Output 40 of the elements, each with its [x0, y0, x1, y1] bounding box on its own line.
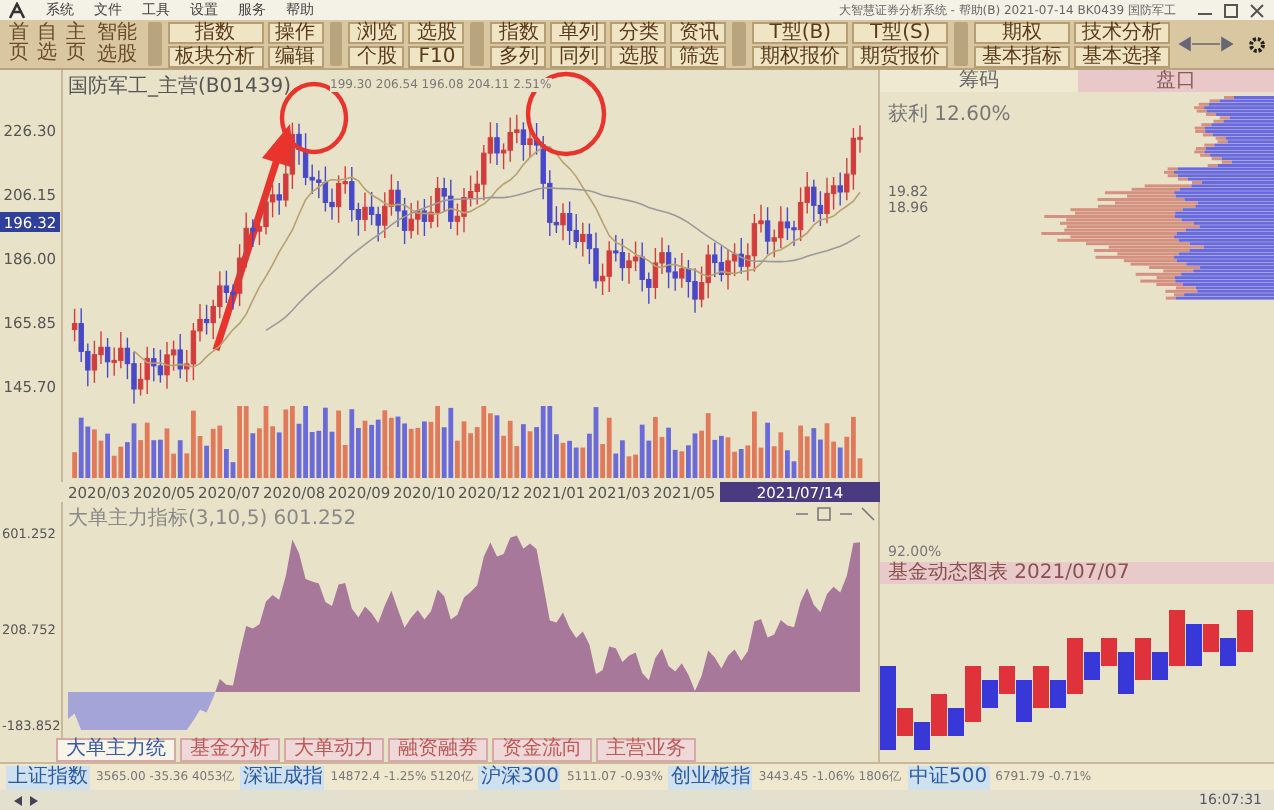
toolbar-button[interactable]: 单列 — [550, 21, 607, 44]
toolbar-button[interactable]: 技术分析 — [1073, 21, 1170, 44]
toolbar-button[interactable]: 资讯 — [670, 21, 727, 44]
toolbar-button[interactable]: 浏览 — [348, 21, 405, 44]
indicator-title: 大单主力指标(3,10,5) 601.252 — [68, 505, 357, 533]
index-label[interactable]: 创业板指 — [668, 765, 753, 790]
chart-title: 国防军工_主营(B01439) — [68, 73, 291, 101]
index-label[interactable]: 中证500 — [907, 765, 990, 790]
toolbar-button[interactable]: 基本选择 — [1073, 45, 1170, 68]
smart-select-button[interactable]: 智能选股 — [96, 22, 138, 67]
nav-button[interactable]: 主页 — [64, 24, 87, 65]
toolbar-button[interactable]: 板块分析 — [167, 45, 264, 68]
toolbar-button[interactable]: 基本指标 — [973, 45, 1070, 68]
toolbar-button[interactable]: 期货报价 — [852, 45, 949, 68]
nav-button[interactable]: 自选 — [36, 24, 59, 65]
panel-header: 基金动态图表 2021/07/07 — [880, 562, 1274, 585]
toolbar-button[interactable]: 选股 — [610, 45, 667, 68]
toolbar-button[interactable]: 指数 — [490, 21, 547, 44]
toolbar-button[interactable]: 选股 — [408, 21, 465, 44]
toolbar-button[interactable]: 编辑 — [267, 45, 324, 68]
toolbar-button[interactable]: 指数 — [167, 21, 264, 44]
index-label[interactable]: 深证成指 — [240, 765, 325, 790]
panel-tab[interactable]: 筹码 — [880, 70, 1077, 93]
index-label[interactable]: 沪深300 — [478, 765, 561, 790]
panel-tab[interactable]: 盘口 — [1077, 70, 1274, 93]
profit-label: 获利 12.60% — [888, 101, 1011, 129]
index-label[interactable]: 上证指数 — [6, 765, 90, 790]
toolbar-button[interactable]: 同列 — [550, 45, 607, 68]
toolbar-button[interactable]: 筛选 — [670, 45, 727, 68]
toolbar-button[interactable]: 分类 — [610, 21, 667, 44]
toolbar-button[interactable]: T型(B) — [752, 21, 849, 44]
panel-tab[interactable]: 大单主力统 — [56, 738, 176, 763]
toolbar-button[interactable]: F10 — [408, 45, 465, 68]
toolbar-button[interactable]: 个股 — [348, 45, 405, 68]
toolbar-button[interactable]: 多列 — [490, 45, 547, 68]
toolbar-button[interactable]: 期权报价 — [752, 45, 849, 68]
toolbar-button[interactable]: 操作 — [267, 21, 324, 44]
nav-button[interactable]: 首页 — [8, 24, 31, 65]
toolbar-button[interactable]: T型(S) — [852, 21, 949, 44]
toolbar-button[interactable]: 期权 — [973, 21, 1070, 44]
